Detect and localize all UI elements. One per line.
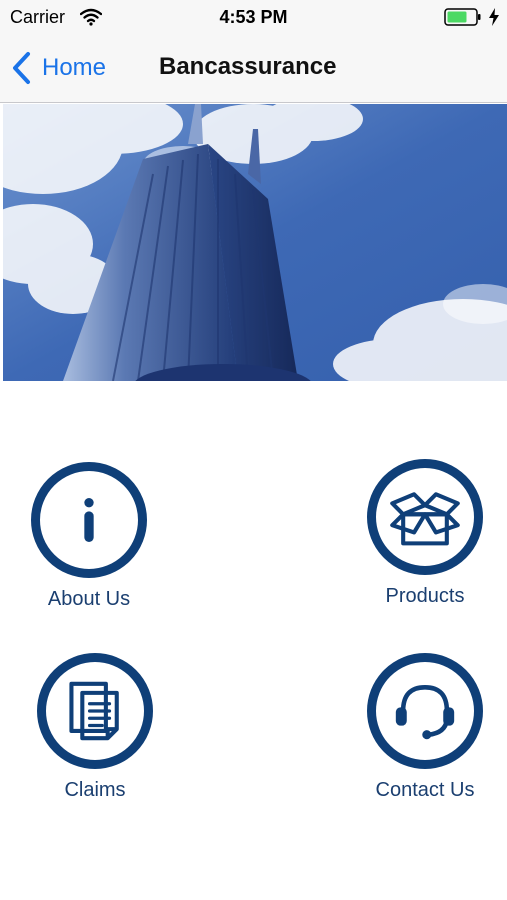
status-bar: Carrier 4:53 PM	[0, 0, 507, 36]
info-icon	[84, 498, 94, 542]
products-button[interactable]: Products	[350, 459, 500, 608]
products-circle	[367, 459, 483, 575]
contact-us-circle	[367, 653, 483, 769]
claims-button[interactable]: Claims	[20, 653, 170, 802]
clock-time: 4:53 PM	[219, 7, 288, 27]
app-screen: Carrier 4:53 PM Home Bancassurance About…	[0, 0, 507, 900]
banner-image	[3, 104, 507, 381]
battery-icon	[444, 8, 482, 26]
contact-us-label: Contact Us	[375, 779, 475, 801]
documents-icon	[69, 681, 119, 741]
page-title: Bancassurance	[159, 53, 337, 80]
products-label: Products	[385, 585, 465, 607]
chevron-left-icon	[13, 52, 30, 84]
contact-us-button[interactable]: Contact Us	[350, 653, 500, 802]
claims-label: Claims	[64, 779, 126, 801]
back-button[interactable]: Home	[8, 50, 106, 86]
about-us-circle	[31, 462, 147, 578]
claims-circle	[37, 653, 153, 769]
open-box-icon	[390, 492, 460, 546]
about-us-button[interactable]: About Us	[14, 462, 164, 611]
back-button-label: Home	[42, 54, 107, 81]
about-us-label: About Us	[47, 588, 131, 610]
headset-icon	[395, 685, 455, 740]
navigation-bar: Home Bancassurance	[0, 36, 507, 103]
charging-bolt-icon	[487, 7, 501, 27]
